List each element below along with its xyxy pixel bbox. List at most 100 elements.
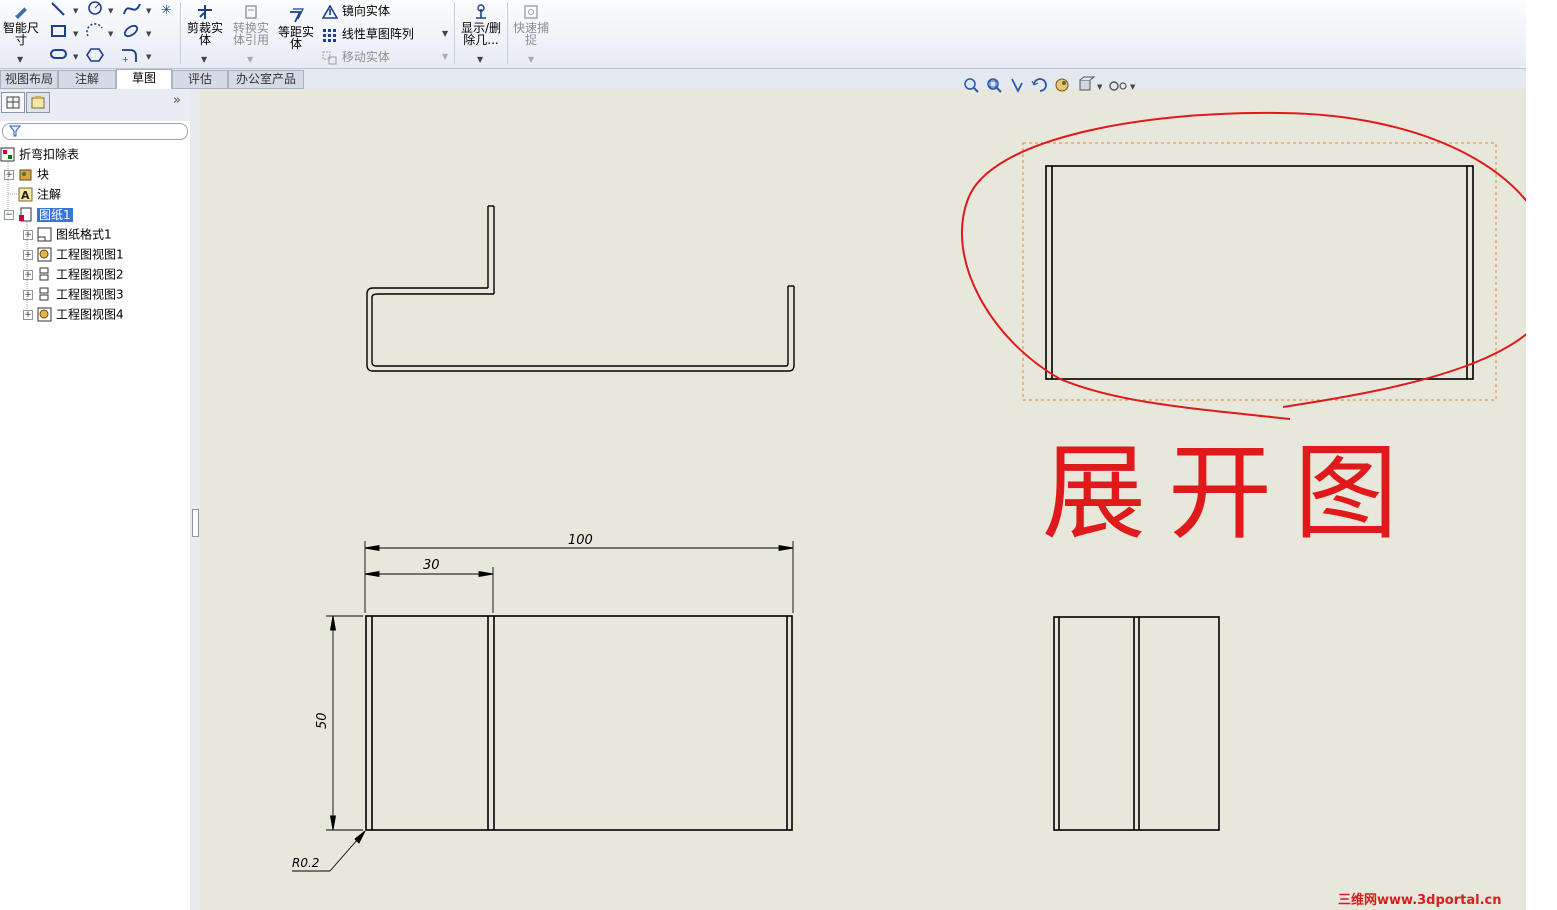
radius-note[interactable]: R0.2 <box>292 856 319 870</box>
chevron-down-icon[interactable]: ▼ <box>477 55 483 64</box>
tab-view-layout[interactable]: 视图布局 <box>0 70 58 89</box>
panel-splitter[interactable] <box>190 89 200 910</box>
tree-item-label: 块 <box>37 167 50 182</box>
ellipse-icon[interactable] <box>123 24 139 39</box>
mirror-label: 镜向实体 <box>341 4 390 18</box>
dimension-50[interactable]: 50 <box>315 712 330 729</box>
tree-item-block[interactable]: 块 <box>18 165 49 183</box>
move-entities-button[interactable]: 移动实体 <box>322 48 390 65</box>
convert-entities-button[interactable]: 转换实 体引用 <box>230 4 272 46</box>
svg-text:▼: ▼ <box>108 30 114 38</box>
tab-sketch[interactable]: 草图 <box>116 69 172 89</box>
watermark: 三维网www.3dportal.cn <box>1338 893 1502 908</box>
display-delete-relations-button[interactable]: 显示/删 除几... <box>458 4 504 46</box>
linear-pattern-label: 线性草图阵列 <box>341 27 414 41</box>
move-label: 移动实体 <box>341 50 390 64</box>
command-manager-tabs: 视图布局 注解 草图 评估 办公室产品 <box>0 69 1526 89</box>
tab-office-products[interactable]: 办公室产品 <box>228 70 304 89</box>
tree-item-label: 图纸格式1 <box>56 227 112 242</box>
tree-expander[interactable]: + <box>23 230 33 240</box>
display-relations-icon <box>476 4 486 19</box>
smart-dimension-label: 智能尺 寸 <box>2 21 39 47</box>
tree-item-label: 工程图视图1 <box>56 247 124 262</box>
chevron-down-icon[interactable]: ▼ <box>442 29 448 38</box>
block-icon <box>19 169 32 181</box>
tree-expander[interactable]: + <box>4 170 14 180</box>
svg-text:▼: ▼ <box>146 30 152 38</box>
panel-header: » <box>0 89 190 121</box>
tree-filter-input[interactable] <box>2 123 188 140</box>
tab-annotation[interactable]: 注解 <box>58 70 116 89</box>
annotation-unfold-label: 展开图 <box>1042 432 1420 554</box>
polygon-icon[interactable] <box>86 48 104 62</box>
tree-expander[interactable]: + <box>23 270 33 280</box>
flat-pattern-view[interactable] <box>1045 165 1474 380</box>
drawing-view-icon <box>39 287 49 301</box>
svg-text:+: + <box>122 55 129 64</box>
circle-icon[interactable] <box>88 1 102 15</box>
feature-tree-tab[interactable] <box>1 92 25 113</box>
spline-icon[interactable] <box>123 3 141 15</box>
drawing-view-icon <box>39 267 49 281</box>
property-manager-tab[interactable] <box>26 92 50 113</box>
chevron-down-icon[interactable]: ▼ <box>201 55 207 64</box>
side-view[interactable] <box>1053 616 1220 831</box>
splitter-handle[interactable] <box>192 509 199 537</box>
bend-table-icon <box>0 147 15 162</box>
feature-manager-panel: » 折弯扣除表 + 块 A 注解 − 图纸1 + 图纸格式1 + 工程图视图1 +… <box>0 89 191 910</box>
quick-snap-label: 快速捕 捉 <box>512 21 549 47</box>
mirror-entities-button[interactable]: 镜向实体 <box>321 2 390 19</box>
tree-collapser[interactable]: − <box>4 210 14 220</box>
point-icon[interactable]: ✳ <box>161 3 172 18</box>
tree-item-view3[interactable]: 工程图视图3 <box>37 285 124 303</box>
tree-item-label: 工程图视图3 <box>56 287 124 302</box>
quick-snaps-button[interactable]: 快速捕 捉 <box>510 4 552 46</box>
tree-expander[interactable]: + <box>23 290 33 300</box>
tab-evaluate[interactable]: 评估 <box>172 70 228 89</box>
chevron-down-icon[interactable]: ▼ <box>247 55 253 64</box>
command-manager-ribbon: 智能尺 寸 ▼ ▼ ▼ ▼ ✳ ▼ ▼ ▼ ▼ + ▼ 剪裁实 体 ▼ 转换实 … <box>0 0 1526 69</box>
chevron-down-icon[interactable]: ▼ <box>528 55 534 64</box>
front-view-dimensioned[interactable] <box>365 615 793 831</box>
drawing-canvas[interactable]: ▼ ▼ 100 30 50 R0.2 展开图 三维网www.3dportal.c… <box>200 76 1526 910</box>
convert-label: 转换实 体引用 <box>232 21 269 47</box>
svg-text:A: A <box>21 189 30 202</box>
tree-item-view4[interactable]: 工程图视图4 <box>37 305 124 323</box>
dimension-lines[interactable] <box>292 541 794 872</box>
chevron-down-icon[interactable]: ▼ <box>442 52 448 61</box>
ribbon-separator <box>180 2 181 64</box>
drawing-view-icon <box>37 307 52 322</box>
fillet-icon[interactable]: + <box>122 49 137 64</box>
svg-text:▼: ▼ <box>73 53 79 61</box>
rectangle-icon[interactable] <box>51 25 66 37</box>
sheet-icon <box>19 207 32 222</box>
tree-root-bend-table[interactable]: 折弯扣除表 <box>0 145 79 163</box>
chevron-down-icon[interactable]: ▼ <box>17 55 23 64</box>
trim-entities-button[interactable]: 剪裁实 体 <box>184 4 226 46</box>
drawing-sheet: 100 30 50 R0.2 展开图 <box>292 111 1526 872</box>
tree-item-sheet-format[interactable]: 图纸格式1 <box>37 225 112 243</box>
tree-item-label: 工程图视图2 <box>56 267 124 282</box>
tree-item-sheet1[interactable]: 图纸1 <box>18 205 73 223</box>
view-selection-box[interactable] <box>1022 142 1497 401</box>
arc-icon[interactable] <box>86 23 103 37</box>
dimension-30[interactable]: 30 <box>423 558 440 573</box>
right-margin <box>1526 0 1557 910</box>
linear-sketch-pattern-button[interactable]: 线性草图阵列 <box>322 25 414 42</box>
tree-item-view1[interactable]: 工程图视图1 <box>37 245 124 263</box>
tree-expander[interactable]: + <box>23 310 33 320</box>
svg-text:✳: ✳ <box>161 3 172 18</box>
offset-label: 等距实 体 <box>277 25 314 51</box>
line-icon[interactable] <box>51 2 65 16</box>
tree-item-annotations[interactable]: A 注解 <box>18 185 61 203</box>
expand-panel-icon[interactable]: » <box>173 93 181 108</box>
tree-item-label: 图纸1 <box>37 207 73 222</box>
offset-icon <box>290 8 304 23</box>
smart-dimension-button[interactable]: 智能尺 寸 <box>2 4 40 46</box>
tree-item-view2[interactable]: 工程图视图2 <box>37 265 124 283</box>
offset-entities-button[interactable]: 等距实 体 <box>276 8 316 50</box>
dimension-100[interactable]: 100 <box>568 533 593 548</box>
bent-profile-view[interactable] <box>366 205 795 372</box>
slot-icon[interactable] <box>50 49 67 59</box>
tree-expander[interactable]: + <box>23 250 33 260</box>
